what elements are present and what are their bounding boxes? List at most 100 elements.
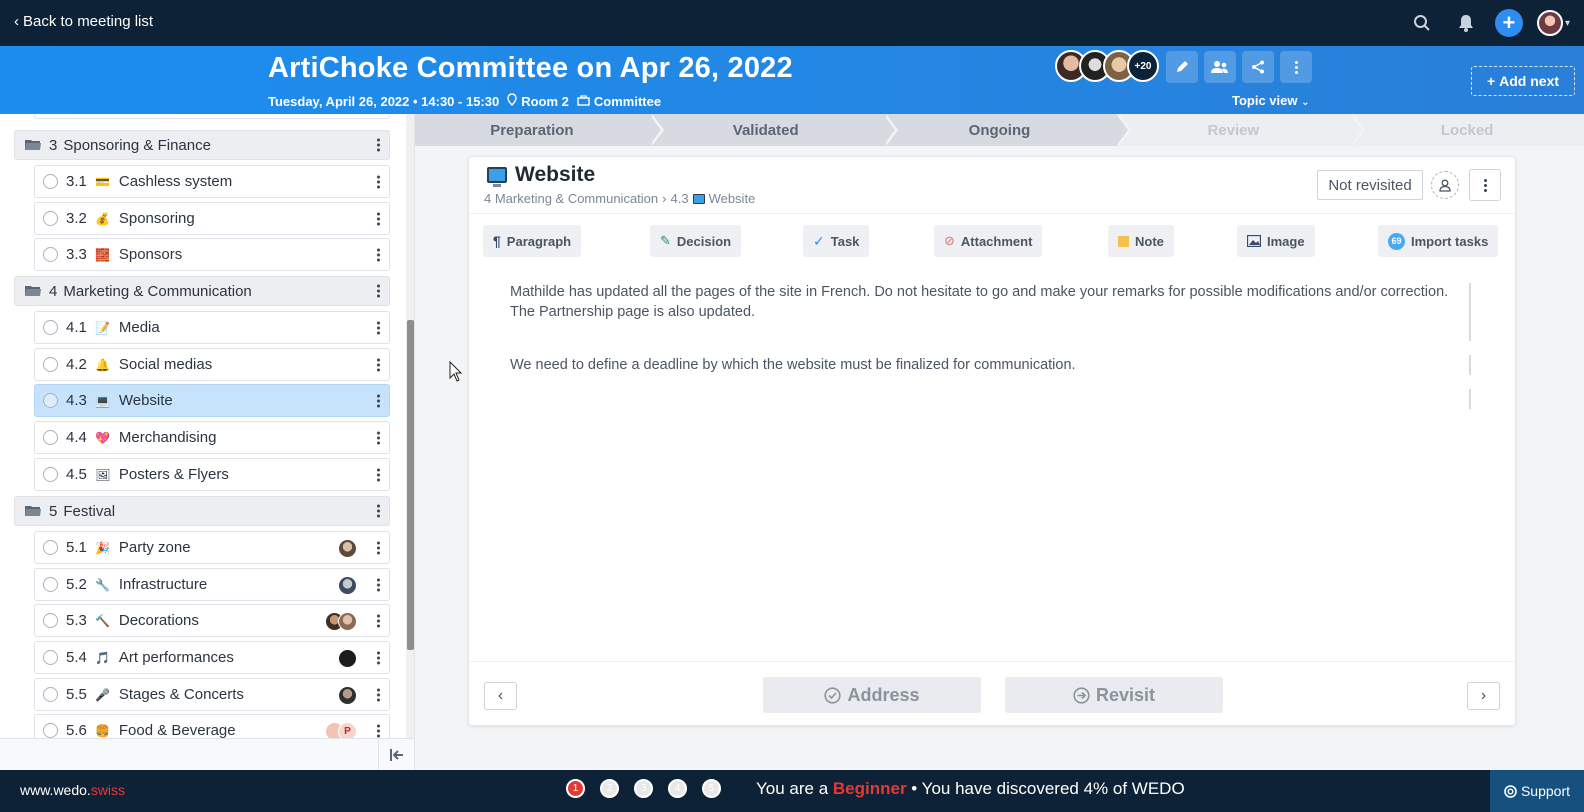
- topic-number: 4.4: [66, 429, 87, 446]
- kebab-icon[interactable]: [375, 358, 381, 371]
- step-validated[interactable]: Validated: [648, 114, 898, 146]
- topic-item-5-1[interactable]: 5.1 🎉 Party zone: [34, 531, 390, 564]
- step-review[interactable]: Review: [1116, 114, 1365, 146]
- search-icon[interactable]: [1407, 8, 1437, 38]
- topic-status-radio[interactable]: [43, 247, 58, 262]
- topic-status-radio[interactable]: [43, 174, 58, 189]
- topic-item-5-3[interactable]: 5.3 🔨 Decorations: [34, 604, 390, 637]
- kebab-icon[interactable]: [375, 688, 381, 701]
- revisit-button[interactable]: Revisit: [1005, 677, 1223, 713]
- sidebar-scrollbar[interactable]: [406, 114, 414, 738]
- assign-user-button[interactable]: [1431, 171, 1459, 199]
- topic-status-radio[interactable]: [43, 320, 58, 335]
- topic-item-4-1[interactable]: 4.1 📝 Media: [34, 311, 390, 344]
- kebab-icon[interactable]: [375, 578, 381, 591]
- kebab-icon[interactable]: [375, 321, 381, 334]
- level-dot[interactable]: 4: [668, 779, 687, 798]
- topic-status-radio[interactable]: [43, 650, 58, 665]
- topic-status-radio[interactable]: [43, 540, 58, 555]
- section-sponsoring-finance[interactable]: 3 Sponsoring & Finance: [14, 130, 390, 160]
- topic-status-radio[interactable]: [43, 393, 58, 408]
- previous-topic-button[interactable]: ‹: [484, 682, 517, 710]
- topic-status-radio[interactable]: [43, 357, 58, 372]
- step-locked[interactable]: Locked: [1350, 114, 1584, 146]
- import-tasks-button[interactable]: 69 Import tasks: [1378, 225, 1499, 257]
- task-button[interactable]: ✓ Task: [803, 225, 870, 257]
- topic-item-5-2[interactable]: 5.2 🔧 Infrastructure: [34, 568, 390, 601]
- level-dot[interactable]: 3: [634, 779, 653, 798]
- topic-item-4-4[interactable]: 4.4 💖 Merchandising: [34, 421, 390, 454]
- kebab-icon[interactable]: [375, 138, 381, 152]
- add-next-button[interactable]: + Add next: [1471, 66, 1575, 96]
- brand-link[interactable]: www.wedo.swiss: [20, 782, 125, 798]
- attendees-button[interactable]: [1204, 51, 1236, 83]
- topic-item-4-2[interactable]: 4.2 🔔 Social medias: [34, 348, 390, 381]
- topic-status-radio[interactable]: [43, 211, 58, 226]
- kebab-icon[interactable]: [375, 284, 381, 298]
- kebab-icon[interactable]: [375, 651, 381, 664]
- attendee-avatars[interactable]: +20: [1055, 50, 1159, 82]
- kebab-icon[interactable]: [375, 614, 381, 627]
- kebab-icon[interactable]: [375, 504, 381, 518]
- topic-status-radio[interactable]: [43, 613, 58, 628]
- user-menu[interactable]: ▾: [1536, 10, 1570, 36]
- kebab-icon[interactable]: [375, 394, 381, 407]
- avatar: P: [338, 722, 357, 738]
- plus-icon[interactable]: +: [1494, 9, 1523, 37]
- kebab-icon[interactable]: [375, 175, 381, 188]
- kebab-icon[interactable]: [375, 248, 381, 261]
- topic-menu-button[interactable]: [1469, 169, 1501, 201]
- topic-item-3-3[interactable]: 3.3 🧱 Sponsors: [34, 238, 390, 271]
- topic-item-4-5[interactable]: 4.5 🖼 Posters & Flyers: [34, 458, 390, 491]
- level-dot[interactable]: 2: [600, 779, 619, 798]
- section-marketing-communication[interactable]: 4 Marketing & Communication: [14, 276, 390, 306]
- step-preparation[interactable]: Preparation: [415, 114, 664, 146]
- decision-button[interactable]: ✎ Decision: [650, 225, 742, 257]
- kebab-icon[interactable]: [375, 468, 381, 481]
- kebab-icon[interactable]: [375, 212, 381, 225]
- party-popper-icon: 🎉: [95, 540, 111, 555]
- list-item: [34, 114, 390, 119]
- breadcrumb-section[interactable]: 4 Marketing & Communication: [484, 191, 658, 206]
- topic-item-3-2[interactable]: 3.2 💰 Sponsoring: [34, 202, 390, 235]
- topic-status-radio[interactable]: [43, 577, 58, 592]
- share-button[interactable]: [1242, 51, 1274, 83]
- topic-label: Food & Beverage: [118, 722, 236, 738]
- bell-icon[interactable]: [1451, 8, 1481, 38]
- collapse-sidebar-button[interactable]: [378, 739, 414, 770]
- edit-meeting-button[interactable]: [1166, 51, 1198, 83]
- topic-item-4-3[interactable]: 4.3 💻 Website: [34, 384, 390, 417]
- topic-item-3-1[interactable]: 3.1 💳 Cashless system: [34, 165, 390, 198]
- paragraph-button[interactable]: ¶ Paragraph: [483, 225, 582, 257]
- kebab-icon[interactable]: [375, 541, 381, 554]
- paragraph-block[interactable]: Mathilde has updated all the pages of th…: [510, 282, 1470, 322]
- image-button[interactable]: Image: [1237, 225, 1315, 257]
- note-button[interactable]: Note: [1108, 225, 1174, 257]
- agenda-list[interactable]: 3 Sponsoring & Finance 3.1 💳 Cashless sy…: [0, 114, 404, 738]
- topic-number: 5.3: [66, 612, 87, 629]
- step-ongoing[interactable]: Ongoing: [882, 114, 1132, 146]
- topic-item-5-5[interactable]: 5.5 🎤 Stages & Concerts: [34, 678, 390, 711]
- topic-item-5-4[interactable]: 5.4 🎵 Art performances: [34, 641, 390, 674]
- kebab-icon[interactable]: [375, 724, 381, 737]
- attachment-button[interactable]: ⊘ Attachment: [934, 225, 1043, 257]
- more-options-button[interactable]: [1280, 51, 1312, 83]
- scrollbar-thumb[interactable]: [407, 320, 414, 650]
- topic-status-radio[interactable]: [43, 430, 58, 445]
- section-festival[interactable]: 5 Festival: [14, 496, 390, 526]
- topic-status-radio[interactable]: [43, 687, 58, 702]
- paragraph-block[interactable]: We need to define a deadline by which th…: [510, 355, 1470, 375]
- topic-item-5-6[interactable]: 5.6 🍔 Food & Beverage P: [34, 714, 390, 738]
- back-to-meeting-list-link[interactable]: ‹ Back to meeting list: [14, 13, 153, 30]
- support-button[interactable]: Support: [1490, 770, 1584, 812]
- level-dot[interactable]: 1: [566, 779, 585, 798]
- topic-view-dropdown[interactable]: Topic view ⌄: [1232, 93, 1310, 108]
- kebab-icon[interactable]: [375, 431, 381, 444]
- level-dot[interactable]: 5: [702, 779, 721, 798]
- next-topic-button[interactable]: ›: [1467, 682, 1500, 710]
- tool-label: Task: [830, 233, 860, 249]
- address-button[interactable]: Address: [763, 677, 981, 713]
- topic-status-radio[interactable]: [43, 467, 58, 482]
- topic-status-radio[interactable]: [43, 723, 58, 738]
- revisit-status-badge[interactable]: Not revisited: [1317, 170, 1423, 200]
